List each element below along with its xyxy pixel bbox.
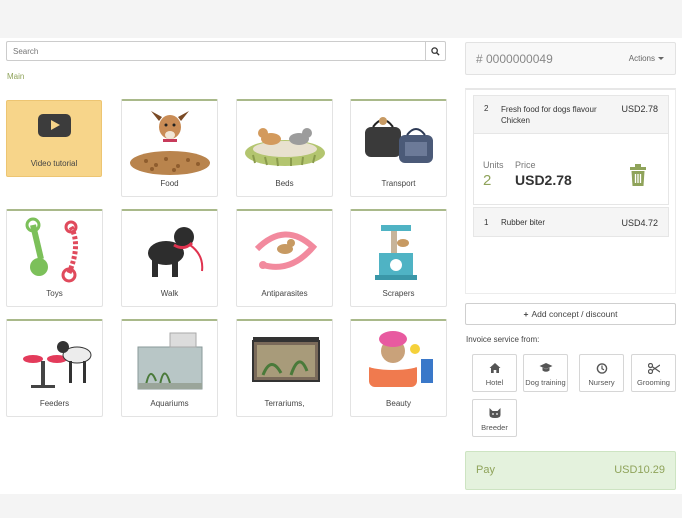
category-label: Food	[160, 179, 179, 188]
service-hotel-button[interactable]: Hotel	[472, 354, 517, 392]
transport-image	[365, 117, 433, 163]
line-editor: Units 2 Price USD2.78	[473, 133, 669, 205]
scrapers-image	[375, 225, 417, 280]
service-label: Breeder	[481, 423, 508, 432]
category-label: Beds	[275, 179, 294, 188]
category-terrariums[interactable]: Terrariums,	[236, 319, 333, 417]
ticket-line[interactable]: 2 Fresh food for dogs flavour Chicken US…	[473, 95, 669, 133]
price-label: Price	[515, 160, 536, 170]
line-quantity: 1	[484, 218, 489, 227]
feeders-image	[23, 341, 92, 388]
invoice-service-label: Invoice service from:	[466, 335, 540, 344]
line-description: Rubber biter	[501, 218, 546, 227]
home-icon	[489, 363, 500, 373]
category-video-tutorial[interactable]: Video tutorial	[6, 100, 102, 177]
category-label: Beauty	[386, 399, 411, 408]
units-value[interactable]: 2	[483, 172, 491, 189]
service-label: Nursery	[588, 378, 615, 387]
trash-icon[interactable]	[628, 164, 648, 186]
chevron-down-icon	[658, 57, 664, 60]
category-label: Video tutorial	[30, 159, 78, 168]
scissors-icon	[647, 363, 660, 374]
toys-image	[25, 217, 78, 283]
bottom-band	[0, 494, 682, 518]
play-video-icon	[38, 114, 71, 137]
line-description: Fresh food for dogs flavour Chicken	[501, 105, 597, 125]
ticket-number: # 0000000049	[476, 52, 553, 66]
service-label: Dog training	[525, 378, 566, 387]
food-image	[130, 111, 210, 175]
service-grooming-button[interactable]: Grooming	[631, 354, 676, 392]
units-label: Units	[483, 160, 504, 170]
category-label: Aquariums	[150, 399, 189, 408]
category-label: Feeders	[39, 399, 70, 408]
actions-dropdown[interactable]: Actions	[629, 54, 655, 63]
category-label: Terrariums,	[264, 399, 305, 408]
ticket-line[interactable]: 1 Rubber biter USD4.72	[473, 207, 669, 237]
top-band	[0, 0, 682, 38]
clock-icon	[596, 363, 607, 374]
add-concept-label: Add concept / discount	[531, 309, 618, 319]
line-price: USD4.72	[621, 218, 658, 228]
search-icon	[431, 46, 440, 56]
graduation-cap-icon	[539, 363, 552, 372]
category-label: Transport	[381, 179, 416, 188]
beds-image	[245, 128, 325, 167]
line-price: USD2.78	[621, 104, 658, 114]
category-label: Toys	[46, 289, 63, 298]
service-nursery-button[interactable]: Nursery	[579, 354, 624, 392]
line-quantity: 2	[484, 104, 489, 113]
service-label: Grooming	[637, 378, 670, 387]
terrariums-image	[252, 337, 320, 382]
category-toys[interactable]: Toys	[6, 209, 103, 307]
plus-icon: +	[523, 309, 529, 319]
category-scrapers[interactable]: Scrapers	[350, 209, 447, 307]
category-beauty[interactable]: Beauty	[350, 319, 447, 417]
search-bar	[6, 41, 446, 61]
pay-button[interactable]: Pay USD10.29	[465, 451, 676, 490]
category-walk[interactable]: Walk	[121, 209, 218, 307]
category-aquariums[interactable]: Aquariums	[121, 319, 218, 417]
service-dog-training-button[interactable]: Dog training	[523, 354, 568, 392]
walk-image	[148, 227, 204, 277]
category-food[interactable]: Food	[121, 99, 218, 197]
cat-icon	[489, 408, 500, 418]
category-feeders[interactable]: Feeders	[6, 319, 103, 417]
service-label: Hotel	[485, 378, 504, 387]
ticket-header: # 0000000049 Actions	[465, 42, 676, 75]
category-transport[interactable]: Transport	[350, 99, 447, 197]
pay-label: Pay	[476, 464, 495, 476]
service-breeder-button[interactable]: Breeder	[472, 399, 517, 437]
category-antiparasites[interactable]: Antiparasites	[236, 209, 333, 307]
search-input[interactable]	[7, 42, 425, 60]
add-concept-button[interactable]: + Add concept / discount	[465, 303, 676, 325]
pay-amount: USD10.29	[614, 464, 665, 476]
category-label: Antiparasites	[261, 289, 308, 298]
search-button[interactable]	[425, 42, 445, 60]
breadcrumb[interactable]: Main	[7, 72, 24, 81]
beauty-image	[367, 331, 433, 387]
category-label: Walk	[160, 289, 179, 298]
category-beds[interactable]: Beds	[236, 99, 333, 197]
antiparasites-image	[254, 231, 318, 270]
price-value[interactable]: USD2.78	[515, 172, 572, 188]
category-label: Scrapers	[382, 289, 415, 298]
aquariums-image	[137, 332, 203, 390]
